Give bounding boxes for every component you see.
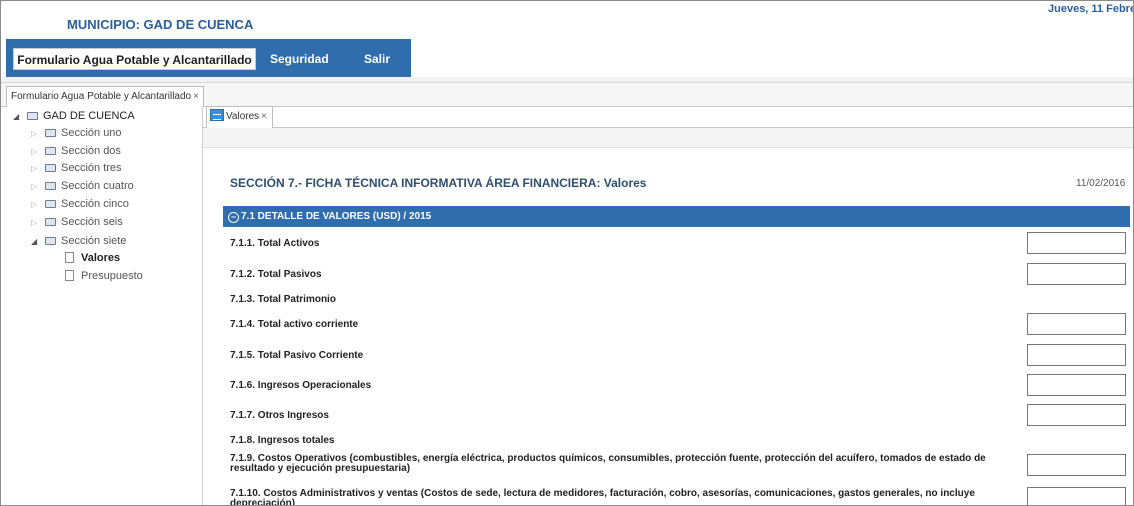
table-icon bbox=[210, 109, 224, 121]
current-date: Jueves, 11 Febrero 2 bbox=[1048, 3, 1133, 15]
label-total-activo-corriente: 7.1.4. Total activo corriente bbox=[230, 319, 359, 330]
municipio-title: MUNICIPIO: GAD DE CUENCA bbox=[67, 17, 254, 32]
tree-item-seccion-uno[interactable]: ▷ Sección uno bbox=[31, 124, 122, 142]
label-total-pasivo-corriente: 7.1.5. Total Pasivo Corriente bbox=[230, 350, 364, 361]
expand-icon[interactable]: ◢ bbox=[13, 108, 23, 126]
section-title: SECCIÓN 7.- FICHA TÉCNICA INFORMATIVA ÁR… bbox=[230, 176, 647, 190]
tree-item-label: Sección dos bbox=[61, 145, 121, 157]
input-total-activos[interactable] bbox=[1027, 232, 1126, 254]
header: MUNICIPIO: GAD DE CUENCA Jueves, 11 Febr… bbox=[1, 1, 1133, 39]
folder-icon bbox=[45, 147, 56, 155]
folder-icon bbox=[45, 129, 56, 137]
input-total-activo-corriente[interactable] bbox=[1027, 313, 1126, 335]
tab-valores[interactable]: Valores × bbox=[206, 106, 274, 128]
tree-item-seccion-tres[interactable]: ▷ Sección tres bbox=[31, 159, 122, 177]
tab-formulario[interactable]: Formulario Agua Potable y Alcantarillado… bbox=[6, 86, 204, 107]
collapsed-arrow-icon[interactable]: ▷ bbox=[31, 125, 41, 143]
outer-tab-strip: Formulario Agua Potable y Alcantarillado… bbox=[1, 83, 1133, 107]
collapsed-arrow-icon[interactable]: ▷ bbox=[31, 214, 41, 232]
sidebar-tree: ◢ GAD DE CUENCA ▷ Sección uno ▷ Sección dos… bbox=[1, 107, 203, 505]
expand-icon[interactable]: ◢ bbox=[31, 233, 41, 251]
tree-item-label: Sección siete bbox=[61, 235, 127, 247]
input-total-pasivos[interactable] bbox=[1027, 263, 1126, 285]
menu-formulario[interactable]: Formulario Agua Potable y Alcantarillado bbox=[13, 48, 256, 70]
tree-item-seccion-siete[interactable]: ◢ Sección siete bbox=[31, 232, 126, 250]
tree-item-label: Sección seis bbox=[61, 216, 123, 228]
document-icon bbox=[65, 270, 74, 281]
tree-root-label: GAD DE CUENCA bbox=[43, 110, 135, 122]
collapsed-arrow-icon[interactable]: ▷ bbox=[31, 196, 41, 214]
tree-item-seccion-dos[interactable]: ▷ Sección dos bbox=[31, 142, 121, 160]
tree-item-seccion-cuatro[interactable]: ▷ Sección cuatro bbox=[31, 177, 134, 195]
label-otros-ingresos: 7.1.7. Otros Ingresos bbox=[230, 410, 329, 421]
tree-item-valores[interactable]: Valores bbox=[65, 249, 120, 267]
close-icon[interactable]: × bbox=[193, 91, 199, 102]
detail-header[interactable]: −7.1 DETALLE DE VALORES (USD) / 2015 bbox=[223, 206, 1130, 227]
input-total-pasivo-corriente[interactable] bbox=[1027, 344, 1126, 366]
document-icon bbox=[65, 252, 74, 263]
folder-open-icon bbox=[27, 112, 38, 120]
inner-tab-strip: Valores × bbox=[203, 106, 1133, 128]
tree-item-seccion-seis[interactable]: ▷ Sección seis bbox=[31, 213, 123, 231]
label-total-pasivos: 7.1.2. Total Pasivos bbox=[230, 269, 322, 280]
label-total-patrimonio: 7.1.3. Total Patrimonio bbox=[230, 294, 336, 305]
menu-salir[interactable]: Salir bbox=[364, 48, 390, 70]
tree-item-label: Sección cinco bbox=[61, 198, 129, 210]
main-menu: Formulario Agua Potable y Alcantarillado… bbox=[6, 39, 411, 77]
collapsed-arrow-icon[interactable]: ▷ bbox=[31, 178, 41, 196]
folder-open-icon bbox=[45, 237, 56, 245]
folder-icon bbox=[45, 164, 56, 172]
folder-icon bbox=[45, 182, 56, 190]
collapsed-arrow-icon[interactable]: ▷ bbox=[31, 160, 41, 178]
detail-header-label: 7.1 DETALLE DE VALORES (USD) / 2015 bbox=[241, 211, 432, 222]
folder-icon bbox=[45, 200, 56, 208]
input-costos-administrativos[interactable] bbox=[1027, 487, 1126, 505]
folder-icon bbox=[45, 218, 56, 226]
input-ingresos-operacionales[interactable] bbox=[1027, 374, 1126, 396]
tree-item-presupuesto[interactable]: Presupuesto bbox=[65, 267, 143, 285]
input-otros-ingresos[interactable] bbox=[1027, 404, 1126, 426]
label-costos-administrativos: 7.1.10. Costos Administrativos y ventas … bbox=[230, 488, 975, 506]
tree-item-label: Sección uno bbox=[61, 127, 122, 139]
tree-item-label: Valores bbox=[81, 252, 121, 264]
label-ingresos-operacionales: 7.1.6. Ingresos Operacionales bbox=[230, 380, 372, 391]
collapse-icon[interactable]: − bbox=[228, 212, 239, 223]
label-ingresos-totales: 7.1.8. Ingresos totales bbox=[230, 435, 335, 446]
menu-seguridad[interactable]: Seguridad bbox=[270, 48, 329, 70]
label-costos-operativos: 7.1.9. Costos Operativos (combustibles, … bbox=[230, 453, 986, 474]
tree-item-label: Sección tres bbox=[61, 162, 122, 174]
app-window: MUNICIPIO: GAD DE CUENCA Jueves, 11 Febr… bbox=[0, 0, 1134, 506]
tab-valores-label: Valores bbox=[226, 111, 260, 122]
tree-root[interactable]: ◢ GAD DE CUENCA bbox=[13, 107, 135, 125]
label-total-activos: 7.1.1. Total Activos bbox=[230, 238, 320, 249]
tree-item-label: Sección cuatro bbox=[61, 180, 134, 192]
tab-formulario-label: Formulario Agua Potable y Alcantarillado bbox=[11, 91, 192, 102]
close-icon[interactable]: × bbox=[261, 111, 267, 122]
content-toolbar bbox=[203, 128, 1133, 148]
section-date: 11/02/2016 bbox=[1076, 178, 1126, 189]
tree-item-seccion-cinco[interactable]: ▷ Sección cinco bbox=[31, 195, 129, 213]
input-costos-operativos[interactable] bbox=[1027, 454, 1126, 476]
tree-item-label: Presupuesto bbox=[81, 270, 143, 282]
